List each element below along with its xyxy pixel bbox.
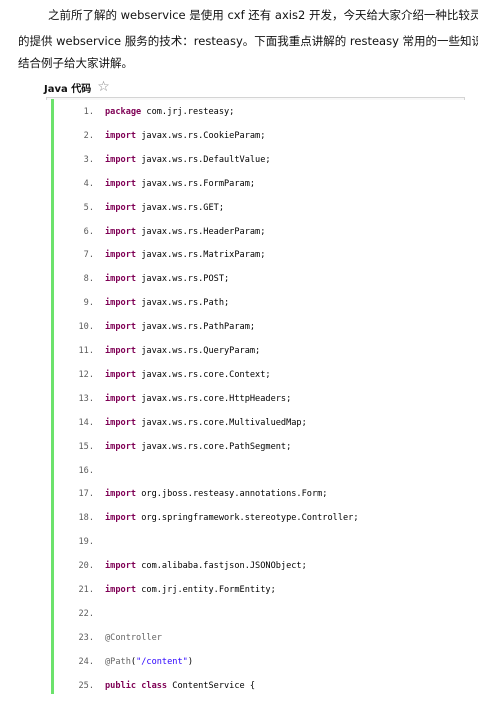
code-text: import javax.ws.rs.QueryParam; bbox=[105, 339, 260, 363]
code-line: 10. import javax.ws.rs.PathParam; bbox=[46, 315, 465, 340]
code-line: 16. bbox=[46, 458, 465, 483]
code-token: javax.ws.rs.FormParam; bbox=[136, 178, 256, 189]
code-line: 5. import javax.ws.rs.GET; bbox=[46, 195, 465, 220]
code-text: import org.springframework.stereotype.Co… bbox=[105, 506, 359, 530]
code-keyword: import bbox=[105, 561, 137, 572]
code-line: 21. import com.jrj.entity.FormEntity; bbox=[46, 578, 465, 602]
code-token: com.jrj.entity.FormEntity; bbox=[136, 585, 276, 595]
code-text: import javax.ws.rs.MatrixParam; bbox=[105, 243, 265, 267]
code-token: ContentService { bbox=[167, 680, 256, 691]
code-token: javax.ws.rs.PathParam; bbox=[136, 322, 256, 333]
code-keyword: import bbox=[105, 489, 137, 500]
code-keyword: import bbox=[105, 298, 137, 309]
code-text: @Controller bbox=[105, 626, 162, 650]
code-line: 20. import com.alibaba.fastjson.JSONObjec… bbox=[46, 554, 465, 579]
code-keyword: import bbox=[105, 393, 137, 404]
code-keyword: import bbox=[105, 226, 137, 237]
code-text: import javax.ws.rs.core.HttpHeaders; bbox=[105, 387, 291, 411]
code-keyword: public bbox=[105, 680, 137, 691]
code-text: import javax.ws.rs.core.MultivaluedMap; bbox=[105, 411, 307, 435]
code-line: 19. bbox=[46, 530, 465, 555]
code-token: javax.ws.rs.core.MultivaluedMap; bbox=[136, 417, 307, 428]
code-token: ) bbox=[187, 656, 193, 667]
intro-line-2: 的提供 webservice 服务的技术：resteasy。下面我重点讲解的 r… bbox=[18, 34, 478, 48]
code-line: 2. import javax.ws.rs.CookieParam; bbox=[46, 123, 465, 148]
code-text: import javax.ws.rs.CookieParam; bbox=[105, 124, 265, 148]
code-keyword: import bbox=[105, 178, 137, 189]
code-text: import javax.ws.rs.PathParam; bbox=[105, 315, 255, 339]
code-token: javax.ws.rs.core.HttpHeaders; bbox=[136, 393, 292, 404]
code-text: import javax.ws.rs.core.PathSegment; bbox=[105, 435, 291, 459]
code-token: javax.ws.rs.MatrixParam; bbox=[136, 250, 266, 261]
code-line: 22. bbox=[46, 601, 465, 626]
code-line: 12. import javax.ws.rs.core.Context; bbox=[46, 362, 465, 387]
code-token: com.jrj.resteasy; bbox=[141, 107, 235, 117]
code-token: org.jboss.resteasy.annotations.Form; bbox=[136, 489, 328, 500]
code-keyword: import bbox=[105, 417, 137, 428]
code-keyword: import bbox=[105, 130, 137, 141]
code-token: javax.ws.rs.core.PathSegment; bbox=[136, 441, 292, 452]
code-line: 8. import javax.ws.rs.POST; bbox=[46, 267, 465, 292]
code-line: 4. import javax.ws.rs.FormParam; bbox=[46, 171, 465, 196]
code-text: import javax.ws.rs.FormParam; bbox=[105, 172, 255, 196]
code-token: javax.ws.rs.QueryParam; bbox=[136, 346, 261, 356]
intro-line-1: 之前所了解的 webservice 是使用 cxf 还有 axis2 开发，今天… bbox=[48, 8, 478, 22]
star-icon[interactable]: ☆ bbox=[97, 79, 110, 95]
code-keyword: import bbox=[105, 441, 137, 452]
code-text: import javax.ws.rs.core.Context; bbox=[105, 363, 271, 387]
code-keyword: import bbox=[105, 346, 137, 356]
code-keyword: import bbox=[105, 250, 137, 261]
code-keyword: import bbox=[105, 369, 137, 380]
code-string: "/content" bbox=[136, 656, 188, 667]
code-keyword: import bbox=[105, 274, 137, 285]
code-line: 9. import javax.ws.rs.Path; bbox=[46, 291, 465, 316]
code-gutter-bar bbox=[51, 99, 54, 694]
code-line: 1. package com.jrj.resteasy; bbox=[46, 100, 465, 124]
code-token: javax.ws.rs.CookieParam; bbox=[136, 130, 266, 141]
code-keyword: package bbox=[105, 107, 142, 117]
code-keyword: import bbox=[105, 585, 137, 595]
code-text: import javax.ws.rs.POST; bbox=[105, 267, 229, 291]
code-line: 24. @Path("/content") bbox=[46, 649, 465, 674]
code-keyword: import bbox=[105, 513, 137, 524]
code-token: javax.ws.rs.POST; bbox=[136, 274, 230, 285]
code-text: import com.jrj.entity.FormEntity; bbox=[105, 578, 276, 602]
code-text: import javax.ws.rs.DefaultValue; bbox=[105, 148, 271, 172]
code-keyword: class bbox=[136, 680, 168, 691]
code-line: 18. import org.springframework.stereotype… bbox=[46, 506, 465, 531]
code-annotation: @Path bbox=[105, 656, 131, 667]
code-text: public class ContentService { bbox=[105, 674, 255, 698]
code-annotation: @Controller bbox=[105, 632, 162, 643]
code-keyword: import bbox=[105, 154, 137, 165]
code-line: 15. import javax.ws.rs.core.PathSegment; bbox=[46, 434, 465, 459]
code-token: javax.ws.rs.GET; bbox=[136, 202, 225, 213]
code-keyword: import bbox=[105, 202, 137, 213]
code-token: javax.ws.rs.HeaderParam; bbox=[136, 226, 266, 237]
code-text: import org.jboss.resteasy.annotations.Fo… bbox=[105, 482, 327, 506]
code-line: 14. import javax.ws.rs.core.MultivaluedMa… bbox=[46, 410, 465, 435]
code-text: import javax.ws.rs.GET; bbox=[105, 196, 224, 220]
code-line: 13. import javax.ws.rs.core.HttpHeaders; bbox=[46, 386, 465, 411]
code-keyword: import bbox=[105, 322, 137, 333]
code-token: javax.ws.rs.core.Context; bbox=[136, 369, 271, 380]
code-language-label: Java 代码 bbox=[44, 83, 92, 95]
code-text: import javax.ws.rs.HeaderParam; bbox=[105, 220, 265, 244]
code-line: 3. import javax.ws.rs.DefaultValue; bbox=[46, 147, 465, 172]
code-text: import com.alibaba.fastjson.JSONObject; bbox=[105, 554, 307, 578]
code-text: package com.jrj.resteasy; bbox=[105, 100, 234, 124]
code-block-header: Java 代码 ☆ bbox=[44, 79, 110, 95]
code-line: 25. public class ContentService { bbox=[46, 673, 465, 698]
code-line: 11. import javax.ws.rs.QueryParam; bbox=[46, 339, 465, 363]
code-line: 17. import org.jboss.resteasy.annotations… bbox=[46, 482, 465, 507]
code-text: @Path("/content") bbox=[105, 650, 193, 674]
code-token: javax.ws.rs.DefaultValue; bbox=[136, 154, 271, 165]
code-token: javax.ws.rs.Path; bbox=[136, 298, 230, 309]
intro-line-3: 结合例子给大家讲解。 bbox=[18, 56, 133, 70]
code-line: 7. import javax.ws.rs.MatrixParam; bbox=[46, 243, 465, 268]
code-token: com.alibaba.fastjson.JSONObject; bbox=[136, 561, 307, 572]
code-line: 6. import javax.ws.rs.HeaderParam; bbox=[46, 219, 465, 244]
code-token: org.springframework.stereotype.Controlle… bbox=[136, 513, 359, 524]
code-text: import javax.ws.rs.Path; bbox=[105, 291, 229, 315]
code-line: 23. @Controller bbox=[46, 625, 465, 650]
